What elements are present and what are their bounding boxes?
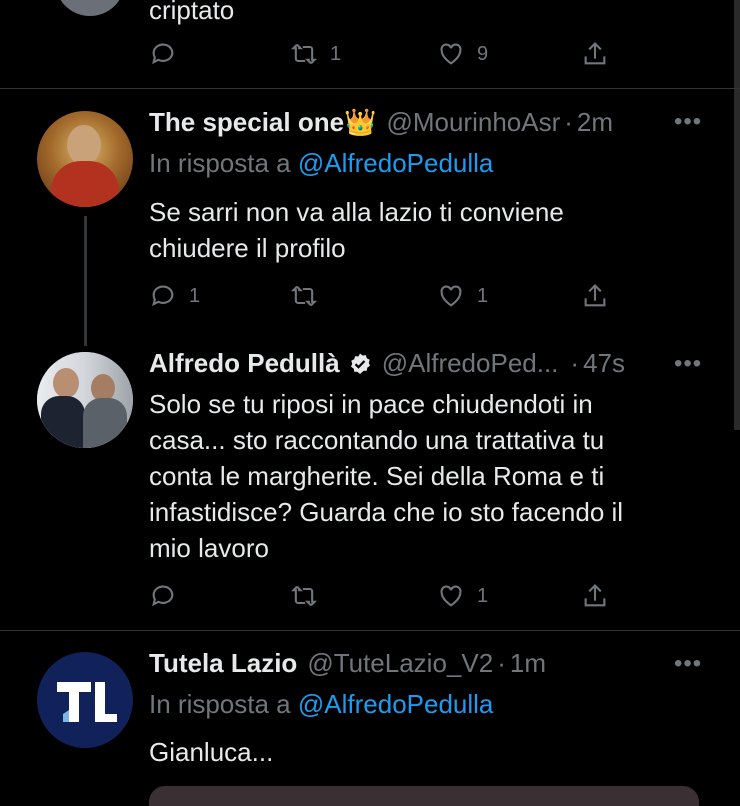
tweet-text: Gianluca... <box>149 737 274 767</box>
tweet-text-line: mio lavoro <box>149 533 269 563</box>
tweet-time[interactable]: 47s <box>583 348 625 379</box>
tweet-time[interactable]: 1m <box>510 648 546 679</box>
avatar-face <box>53 368 79 398</box>
more-icon[interactable]: ••• <box>674 108 702 136</box>
retweet-button[interactable]: 1 <box>290 40 341 68</box>
heart-icon <box>440 585 462 607</box>
avatar-face <box>67 125 101 165</box>
like-count: 1 <box>477 584 489 607</box>
reply-icon <box>152 585 174 607</box>
retweet-icon <box>290 585 318 607</box>
like-button[interactable]: 9 <box>437 40 488 68</box>
reply-button[interactable] <box>149 582 189 610</box>
reply-button[interactable]: 1 <box>149 282 200 310</box>
crown-icon: 👑 <box>344 107 377 137</box>
more-icon[interactable]: ••• <box>674 350 702 378</box>
avatar-shirt <box>83 398 127 448</box>
tweet-text-line: casa... sto raccontando una trattativa t… <box>149 425 605 455</box>
share-button[interactable] <box>581 40 609 68</box>
reply-prefix: In risposta a <box>149 689 291 719</box>
tweet-text-line: infastidisce? Guarda che io sto facendo … <box>149 497 624 527</box>
tweet-text-line: chiudere il profilo <box>149 233 346 263</box>
meta-separator: · <box>497 648 506 678</box>
tweet-text: criptato <box>149 0 235 25</box>
share-button[interactable] <box>581 282 609 310</box>
avatar[interactable] <box>55 0 125 16</box>
media-preview[interactable] <box>149 786 699 806</box>
heart-icon <box>440 43 462 65</box>
tweet-text-line: Se sarri non va alla lazio ti conviene <box>149 197 564 227</box>
retweet-icon <box>290 285 318 307</box>
share-button[interactable] <box>581 582 609 610</box>
like-count: 9 <box>477 42 489 65</box>
more-icon[interactable]: ••• <box>674 650 702 678</box>
author-name[interactable]: Alfredo Pedullà <box>149 348 340 379</box>
avatar[interactable] <box>37 652 133 748</box>
retweet-count: 1 <box>330 42 342 65</box>
reply-prefix: In risposta a <box>149 148 291 178</box>
share-icon <box>584 584 606 607</box>
thread-line <box>84 216 87 346</box>
share-icon <box>584 42 606 65</box>
like-button[interactable]: 1 <box>437 582 488 610</box>
author-handle[interactable]: @MourinhoAsr <box>386 107 560 138</box>
avatar-robe <box>51 161 119 207</box>
author-handle[interactable]: @TuteLazio_V2 <box>307 648 493 679</box>
tweet-text: Solo se tu riposi in pace chiudendoti in… <box>149 386 623 566</box>
tweet-text: Se sarri non va alla lazio ti conviene c… <box>149 194 564 266</box>
like-button[interactable]: 1 <box>437 282 488 310</box>
verified-badge-icon <box>348 352 372 376</box>
meta-separator: · <box>570 348 580 378</box>
reply-count: 1 <box>189 284 201 307</box>
like-count: 1 <box>477 284 489 307</box>
avatar[interactable] <box>37 111 133 207</box>
author-name[interactable]: The special one <box>149 107 344 138</box>
retweet-icon <box>290 43 318 65</box>
tutela-lazio-logo-icon <box>57 682 117 722</box>
divider <box>0 88 740 89</box>
author-name[interactable]: Tutela Lazio <box>149 648 297 679</box>
reply-mention[interactable]: @AlfredoPedulla <box>298 689 494 719</box>
share-icon <box>584 284 606 307</box>
reply-mention[interactable]: @AlfredoPedulla <box>298 148 494 178</box>
avatar-suit <box>41 396 85 448</box>
heart-icon <box>440 285 462 307</box>
retweet-button[interactable] <box>290 582 330 610</box>
tweet-time[interactable]: 2m <box>577 107 613 138</box>
scrollbar[interactable] <box>734 0 740 430</box>
tweet-text-line: conta le margherite. Sei della Roma e ti <box>149 461 605 491</box>
meta-separator: · <box>564 107 573 137</box>
divider <box>0 630 740 631</box>
tweet-text-line: Solo se tu riposi in pace chiudendoti in <box>149 389 593 419</box>
reply-button[interactable] <box>149 40 189 68</box>
reply-icon <box>152 43 174 65</box>
author-handle[interactable]: @AlfredoPed... <box>382 348 559 379</box>
avatar[interactable] <box>37 352 133 448</box>
reply-icon <box>152 285 174 307</box>
retweet-button[interactable] <box>290 282 330 310</box>
